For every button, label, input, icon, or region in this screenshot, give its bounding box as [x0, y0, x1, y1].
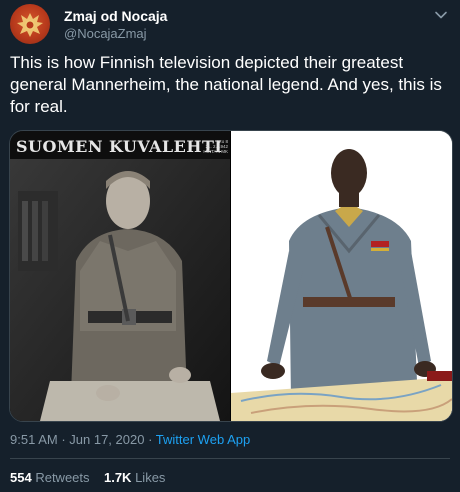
engagement-stats: 554 Retweets 1.7K Likes: [10, 470, 165, 485]
likes-count: 1.7K: [103, 470, 132, 485]
magazine-cover-photo[interactable]: SUOMEN KUVALEHTI N:o 8 21. 2. 1942 HINTA…: [10, 131, 230, 421]
likes-stat[interactable]: 1.7K Likes: [104, 470, 165, 485]
author-display-name[interactable]: Zmaj od Nocaja: [64, 8, 167, 24]
likes-label: Likes: [135, 470, 166, 485]
divider: [10, 458, 450, 459]
retweets-count: 554: [10, 470, 32, 485]
tweet-header: Zmaj od Nocaja @NocajaZmaj: [10, 4, 450, 44]
timestamp-separator: ·: [57, 432, 70, 447]
tweet-time[interactable]: 9:51 AM: [10, 432, 58, 447]
tweet-text: This is how Finnish television depicted …: [10, 53, 442, 116]
retweets-label: Retweets: [35, 470, 90, 485]
avatar[interactable]: [10, 4, 50, 44]
retweets-stat[interactable]: 554 Retweets: [10, 470, 90, 485]
tweet-media[interactable]: SUOMEN KUVALEHTI N:o 8 21. 2. 1942 HINTA…: [9, 130, 453, 422]
magazine-meta: N:o 8 21. 2. 1942 HINTA 4 MK: [188, 139, 228, 154]
magazine-price: HINTA 4 MK: [203, 149, 228, 154]
author-handle[interactable]: @NocajaZmaj: [64, 26, 147, 41]
timestamp-separator: ·: [144, 432, 156, 447]
vintage-portrait-illustration: [10, 131, 230, 421]
tweet-date[interactable]: Jun 17, 2020: [69, 432, 144, 447]
chevron-down-icon[interactable]: [434, 8, 448, 22]
actor-in-uniform-illustration: [231, 131, 452, 421]
tweet-timestamp: 9:51 AM · Jun 17, 2020 · Twitter Web App: [10, 432, 250, 447]
tv-actor-photo[interactable]: [231, 131, 452, 421]
double-headed-eagle-icon: [17, 13, 43, 37]
source-app-link[interactable]: Twitter Web App: [156, 432, 250, 447]
